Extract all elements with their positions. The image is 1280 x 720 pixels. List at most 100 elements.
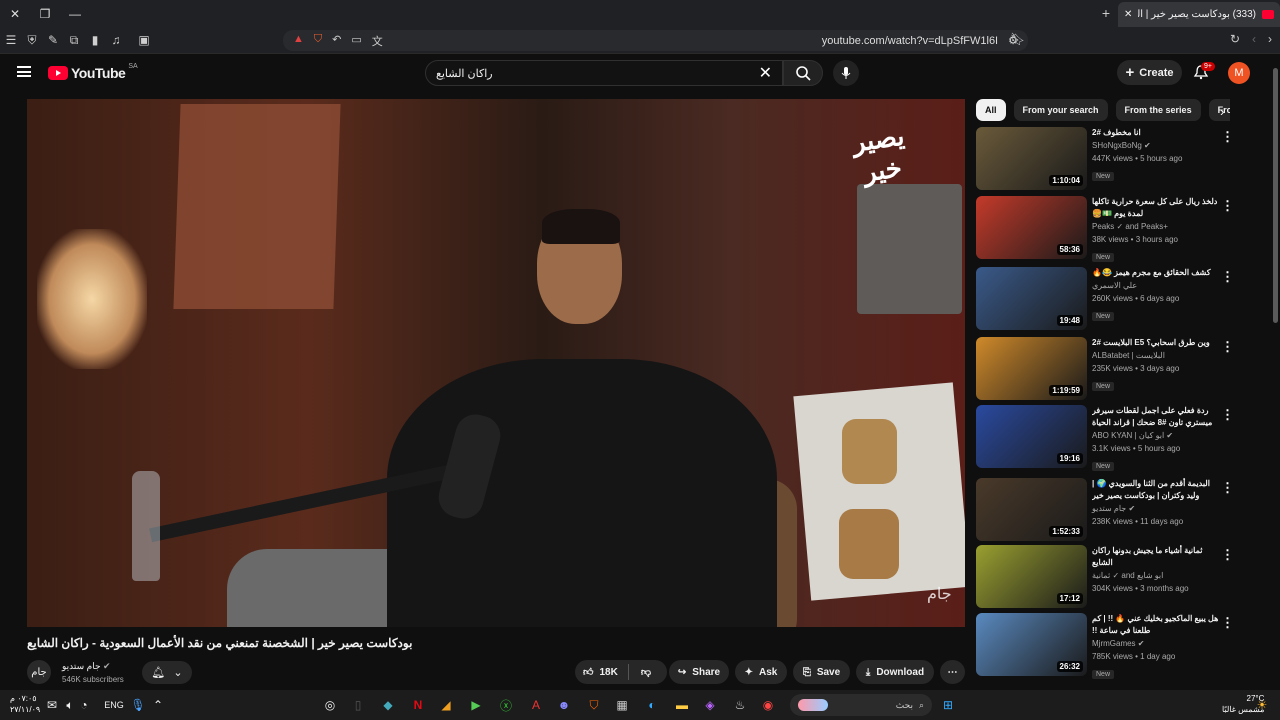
file-explorer-icon[interactable]: ▬ — [672, 695, 692, 715]
voice-search-button[interactable] — [833, 60, 859, 86]
more-options-icon[interactable]: ⋮ — [1221, 269, 1234, 285]
steam-icon[interactable]: ♨ — [730, 695, 750, 715]
search-button[interactable] — [783, 60, 823, 86]
show-hidden-icons[interactable]: ⌃ — [148, 695, 168, 715]
discord-icon[interactable]: ☻ — [554, 695, 574, 715]
video-channel[interactable]: SHoNgxBoNg ✔︎ — [1092, 139, 1220, 152]
video-channel[interactable]: جام ستديو ✔︎ — [1092, 502, 1220, 515]
sidebar-icon[interactable]: ▮ — [85, 30, 105, 50]
video-thumbnail[interactable]: 1:19:59 — [976, 337, 1087, 400]
more-options-icon[interactable]: ⋮ — [1221, 547, 1234, 563]
video-thumbnail[interactable]: 19:16 — [976, 405, 1087, 468]
more-options-icon[interactable]: ⋮ — [1221, 480, 1234, 496]
page-scrollbar[interactable] — [1271, 54, 1280, 690]
more-options-icon[interactable]: ⋮ — [1221, 198, 1234, 214]
taskbar-search[interactable]: بحث ⌕ — [790, 694, 932, 716]
share-button[interactable]: ↪ Share — [669, 660, 729, 684]
edge-icon[interactable]: ◐ — [642, 695, 662, 715]
wallet-icon[interactable]: ▣ — [134, 30, 154, 50]
video-channel[interactable]: ALBatabet | البلايست — [1092, 349, 1220, 362]
translate-icon[interactable]: 文 — [372, 33, 383, 49]
video-title[interactable]: ثمانية أشياء ما يجيش بدونها راكان الشايع — [1092, 545, 1220, 569]
store-icon[interactable]: ▦ — [612, 695, 632, 715]
close-window-icon[interactable]: ✕ — [0, 0, 30, 27]
recommended-video[interactable]: 26:32 هل يبيع الماكجيو بخليك عني 🔥 !! | ك… — [976, 613, 1234, 679]
minimize-window-icon[interactable]: — — [60, 0, 90, 27]
dislike-button[interactable]: 👎︎ — [641, 666, 651, 678]
back-icon[interactable]: ‹ — [1252, 32, 1256, 46]
brave-rewards-icon[interactable]: ▲ — [293, 33, 304, 49]
recommended-video[interactable]: 1:10:04 انا مخطوف #2 SHoNgxBoNg ✔︎ 447K vie… — [976, 127, 1234, 191]
app-icon-6[interactable]: ▶ — [466, 695, 486, 715]
account-avatar[interactable]: M — [1228, 62, 1250, 84]
subscription-bell-button[interactable]: 🔔︎ ⌄ — [142, 661, 192, 684]
channel-name[interactable]: جام ستديو ✔︎ — [62, 661, 111, 672]
chip-all[interactable]: All — [976, 99, 1006, 121]
xbox-icon[interactable]: ⓧ — [496, 695, 516, 715]
wifi-icon[interactable]: ◔ — [74, 695, 94, 715]
extension-icon[interactable]: ✎ — [43, 30, 63, 50]
video-channel[interactable]: MjrmGames ✔︎ — [1092, 637, 1220, 650]
music-icon[interactable]: ♫ — [106, 30, 126, 50]
video-thumbnail[interactable]: 58:36 — [976, 196, 1087, 259]
video-title[interactable]: دلخذ ريال على كل سعرة حرارية تاكلها لمدة… — [1092, 196, 1220, 220]
ask-button[interactable]: ✦ Ask — [735, 660, 787, 684]
back-arrow-icon[interactable]: ↶ — [332, 33, 341, 49]
youtube-logo[interactable]: YouTube SA — [48, 63, 138, 81]
create-button[interactable]: + Create — [1117, 60, 1182, 85]
address-bar[interactable]: ▲ ⛉ ↶ ▭ 文 youtube.com/watch?v=dLpSfFW1l6… — [283, 30, 1028, 51]
brave-shield-icon[interactable]: ⛉ — [314, 33, 322, 49]
recommended-video[interactable]: 1:52:33 البديمة أقدم من الثنا والسويدي 🌍 … — [976, 478, 1234, 542]
browser-tab[interactable]: ✕ (333) بودكاست يصير خير | الشـ — [1118, 2, 1280, 27]
video-thumbnail[interactable]: 1:52:33 — [976, 478, 1087, 541]
system-clock[interactable]: ٠٧:٠٥ م ٢٧/١١/٠٩ — [10, 693, 40, 715]
save-button[interactable]: ⎘ Save — [793, 660, 850, 684]
video-channel[interactable]: Peaks ✓ and Peaks+ — [1092, 220, 1220, 233]
reload-icon[interactable]: ↻ — [1230, 32, 1240, 46]
search-input[interactable]: راكان الشايع ✕ — [425, 60, 783, 86]
more-options-icon[interactable]: ⋮ — [1221, 129, 1234, 145]
notification-center-icon[interactable]: ✉ — [42, 695, 62, 715]
app-icon-14[interactable]: ◈ — [700, 695, 720, 715]
video-thumbnail[interactable]: 26:32 — [976, 613, 1087, 676]
video-channel[interactable]: ABO KYAN | ابو كيان ✔︎ — [1092, 429, 1220, 442]
windows-start-icon[interactable]: ⊞ — [938, 695, 958, 715]
netflix-icon[interactable]: N — [408, 695, 428, 715]
more-options-icon[interactable]: ⋮ — [1221, 615, 1234, 631]
restore-window-icon[interactable]: ❐ — [30, 0, 60, 27]
app-icon-16[interactable]: ◉ — [758, 695, 778, 715]
clear-search-icon[interactable]: ✕ — [759, 63, 772, 83]
app-icon-8[interactable]: A — [526, 695, 546, 715]
recommended-video[interactable]: 1:19:59 وين طرق اسحابي؟ E5 البلايست #2 ALB… — [976, 337, 1234, 401]
like-button[interactable]: 👍︎ 18K — [583, 666, 618, 679]
language-indicator[interactable]: ENG — [102, 695, 126, 715]
video-title[interactable]: انا مخطوف #2 — [1092, 127, 1220, 139]
bookmark-icon[interactable]: 🔖︎ — [1010, 32, 1025, 46]
menu-icon[interactable]: ☰ — [1, 30, 21, 50]
shield-icon[interactable]: ⛨ — [22, 30, 42, 50]
cast-icon[interactable]: ▭ — [351, 33, 361, 49]
more-options-icon[interactable]: ⋮ — [1221, 339, 1234, 355]
video-thumbnail[interactable]: 19:48 — [976, 267, 1087, 330]
chip-from-your-search[interactable]: From your search — [1013, 99, 1108, 121]
chips-next-icon[interactable]: › — [1220, 104, 1224, 119]
chip-from-the-series[interactable]: From the series — [1115, 99, 1201, 121]
scrollbar-thumb[interactable] — [1273, 68, 1278, 323]
more-actions-button[interactable]: ⋯ — [940, 660, 965, 684]
video-channel[interactable]: ثمانية ✓ and ابو شايع — [1092, 569, 1220, 582]
app-icon-1[interactable]: ◎ — [320, 695, 340, 715]
video-title[interactable]: وين طرق اسحابي؟ E5 البلايست #2 — [1092, 337, 1220, 349]
brave-icon[interactable]: ⛉ — [584, 695, 604, 715]
video-title[interactable]: كشف الحقائق مع مجرم هيمز 😂🔥 — [1092, 267, 1220, 279]
recommended-video[interactable]: 19:48 كشف الحقائق مع مجرم هيمز 😂🔥 علي الاس… — [976, 267, 1234, 331]
video-channel[interactable]: علي الاسمري — [1092, 279, 1220, 292]
app-icon-2[interactable]: ▯ — [348, 695, 368, 715]
new-tab-button[interactable]: + — [1102, 5, 1110, 21]
app-icon-5[interactable]: ◢ — [436, 695, 456, 715]
guide-menu-icon[interactable] — [17, 66, 31, 77]
close-tab-icon[interactable]: ✕ — [1124, 9, 1132, 20]
video-title[interactable]: البديمة أقدم من الثنا والسويدي 🌍 | وليد … — [1092, 478, 1220, 502]
download-button[interactable]: ⤓ Download — [856, 660, 934, 684]
video-thumbnail[interactable]: 1:10:04 — [976, 127, 1087, 190]
channel-avatar[interactable]: جام — [27, 660, 51, 684]
